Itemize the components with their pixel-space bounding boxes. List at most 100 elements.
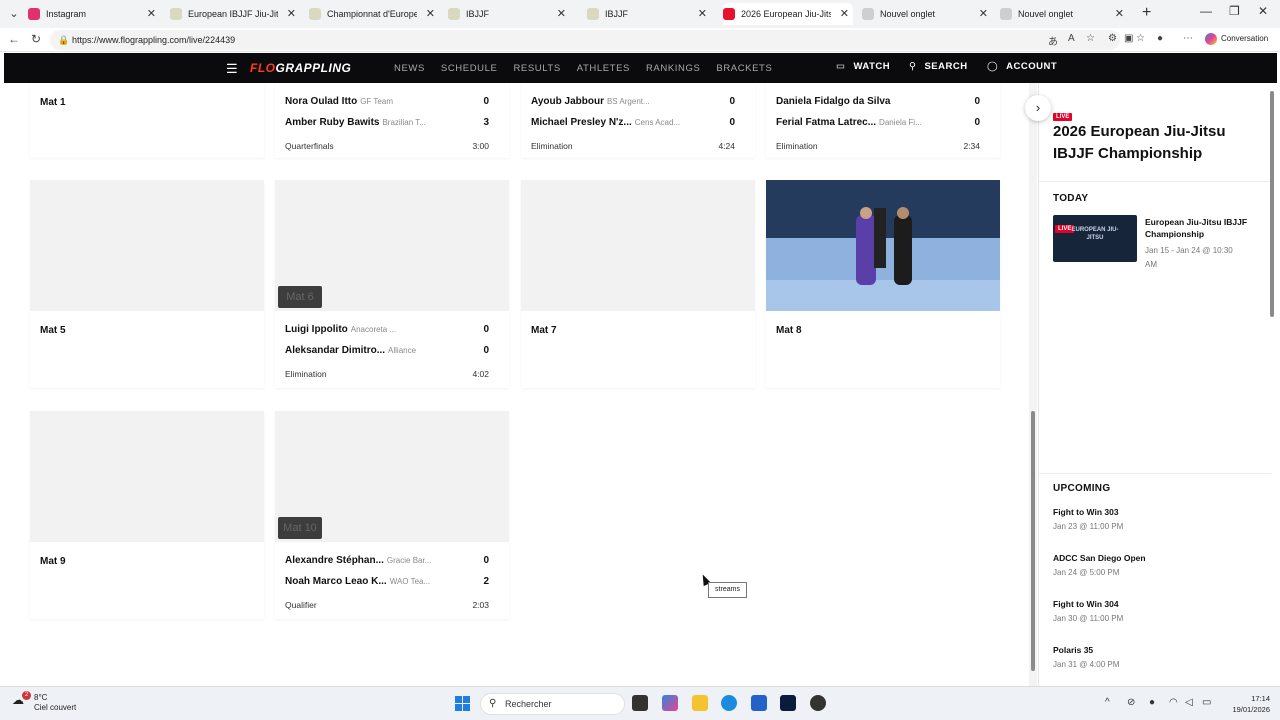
mat-video-placeholder[interactable]: Mat 6 [275,180,509,311]
battery-icon[interactable]: ▭ [1202,697,1211,708]
browser-tab[interactable]: IBJJF ✕ [587,3,711,25]
restore-icon[interactable]: ❐ [1229,4,1240,18]
fighter-team: Brazilian T... [382,118,426,127]
nav-results[interactable]: RESULTS [513,63,560,74]
main-scrollbar[interactable] [1029,83,1037,686]
tab-close-icon[interactable]: ✕ [979,3,988,25]
tab-close-icon[interactable]: ✕ [698,3,707,25]
flograppling-logo[interactable]: FLOGRAPPLING [250,61,351,75]
close-window-icon[interactable]: ✕ [1258,4,1268,18]
start-button[interactable] [455,696,471,712]
fighter-name: Aleksandar Dimitro... [285,345,386,356]
browser-tab[interactable]: European IBJJF Jiu-Jitsu Cha ✕ [170,3,300,25]
taskbar-search[interactable]: ⚲ Rechercher [480,693,625,715]
browser-tab[interactable]: IBJJF ✕ [448,3,570,25]
edge-icon[interactable] [721,695,737,711]
live-video-thumbnail[interactable] [766,180,1000,311]
mat-video-placeholder[interactable] [521,180,755,311]
copilot-button[interactable]: Conversation [1205,33,1268,45]
reload-icon[interactable]: ↻ [31,32,41,46]
watch-button[interactable]: ▭ WATCH [836,61,890,72]
tab-label: IBJJF [466,9,490,19]
tab-close-icon[interactable]: ✕ [557,3,566,25]
upcoming-title: Fight to Win 303 [1053,507,1119,517]
hamburger-menu-icon[interactable]: ☰ [226,61,238,77]
mat-video-placeholder[interactable] [30,180,264,311]
match-time: 3:00 [472,141,489,151]
wifi-icon[interactable]: ◠ [1169,697,1178,708]
browser-tab[interactable]: 2026 European Jiu-Jitsu ✕ [723,3,853,25]
store-icon[interactable] [751,695,767,711]
divider [1039,473,1271,474]
mat-video-placeholder[interactable]: Mat 10 [275,411,509,542]
more-menu-icon[interactable]: ⋯ [1183,33,1193,44]
sidebar-scrollbar[interactable] [1268,83,1276,686]
nav-schedule[interactable]: SCHEDULE [441,63,498,74]
tab-close-icon[interactable]: ✕ [426,3,435,25]
mat-card[interactable]: Daniela Fidalgo da Silva 0 Ferial Fatma La… [766,83,1000,158]
tab-favicon-icon [1000,8,1012,20]
mat-card[interactable]: Ayoub Jabbour BS Argent... 0 Michael Presle… [521,83,755,158]
back-icon[interactable]: ← [8,32,20,46]
mat-card[interactable]: Mat 8 [766,180,1000,388]
nav-brackets[interactable]: BRACKETS [716,63,772,74]
read-aloud-icon[interactable]: A [1068,33,1075,44]
mat-card[interactable]: Mat 7 [521,180,755,388]
show-hidden-icons-icon[interactable]: ^ [1105,697,1110,708]
photoshop-icon[interactable] [780,695,796,711]
mat-card[interactable]: Nora Oulad Itto GF Team 0 Amber Ruby Bawits… [275,83,509,158]
event-title: 2026 European Jiu-Jitsu IBJJF Championsh… [1053,123,1226,162]
today-event-card[interactable]: LIVE EUROPEAN JIU-JITSU European Jiu-Jit… [1053,215,1263,275]
upcoming-event[interactable]: Polaris 35 Jan 31 @ 4:00 PM [1053,645,1253,669]
extensions-icon[interactable]: ⚙ [1108,33,1117,44]
tab-close-icon[interactable]: ✕ [147,3,156,25]
tab-label: 2026 European Jiu-Jitsu [741,9,831,19]
mat-card[interactable]: Mat 9 [30,411,264,619]
tab-close-icon[interactable]: ✕ [1115,3,1124,25]
split-screen-icon[interactable]: ▣ [1124,33,1133,44]
copilot-app-icon[interactable] [662,695,678,711]
volume-icon[interactable]: ◁ [1185,697,1193,708]
browser-tab[interactable]: Instagram ✕ [28,3,160,25]
nav-athletes[interactable]: ATHLETES [577,63,630,74]
mat-card[interactable]: Mat 10 Alexandre Stéphan... Gracie Bar... 0… [275,411,509,619]
mat-card[interactable]: Mat 1 [30,83,264,158]
search-button[interactable]: ⚲ SEARCH [909,61,968,72]
task-view-icon[interactable] [632,695,648,711]
browser-tab[interactable]: Championnat d'Europe IBJJF ✕ [309,3,439,25]
tab-close-icon[interactable]: ✕ [287,3,296,25]
mat-card[interactable]: Mat 5 [30,180,264,388]
sidebar-scroll-thumb[interactable] [1270,91,1274,317]
mat-card[interactable]: Mat 6 Luigi Ippolito Anacoreta ... 0 Aleksan… [275,180,509,388]
file-explorer-icon[interactable] [692,695,708,711]
tab-close-icon[interactable]: ✕ [840,3,849,25]
match-meta: Elimination 2:34 [776,141,990,151]
minimize-icon[interactable]: — [1200,4,1212,18]
notification-off-icon[interactable]: ⊘ [1127,697,1135,708]
nav-news[interactable]: NEWS [394,63,425,74]
upcoming-date: Jan 23 @ 11:00 PM [1053,522,1124,531]
profile-avatar-icon[interactable]: ● [1157,33,1163,44]
lock-icon: 🔒 [58,35,70,45]
translate-icon[interactable]: あ [1048,33,1058,48]
clock[interactable]: 17:14 19/01/2026 [1228,693,1270,715]
main-scroll-thumb[interactable] [1031,411,1035,671]
upcoming-event[interactable]: ADCC San Diego Open Jan 24 @ 5:00 PM [1053,553,1253,577]
browser-tab[interactable]: Nouvel onglet ✕ [862,3,992,25]
nav-rankings[interactable]: RANKINGS [646,63,700,74]
app-icon[interactable] [810,695,826,711]
url-input[interactable]: 🔒 https://www.flograppling.com/live/2244… [50,30,1120,50]
new-tab-button[interactable]: + [1142,4,1151,22]
tab-actions-chevron-icon[interactable]: ⌄ [6,6,22,22]
upcoming-event[interactable]: Fight to Win 303 Jan 23 @ 11:00 PM [1053,507,1253,531]
favorite-star-icon[interactable]: ☆ [1086,33,1095,44]
microphone-icon[interactable]: ● [1149,697,1155,708]
fighter-row: Daniela Fidalgo da Silva 0 [776,96,990,110]
browser-tab[interactable]: Nouvel onglet ✕ [1000,3,1128,25]
mat-video-placeholder[interactable] [30,411,264,542]
account-button[interactable]: ◯ ACCOUNT [987,61,1057,72]
today-event-dates: Jan 15 - Jan 24 @ 10:30 AM [1145,246,1233,269]
collections-icon[interactable]: ☆ [1136,33,1145,44]
collapse-sidebar-button[interactable]: › [1025,95,1051,121]
upcoming-event[interactable]: Fight to Win 304 Jan 30 @ 11:00 PM [1053,599,1253,623]
